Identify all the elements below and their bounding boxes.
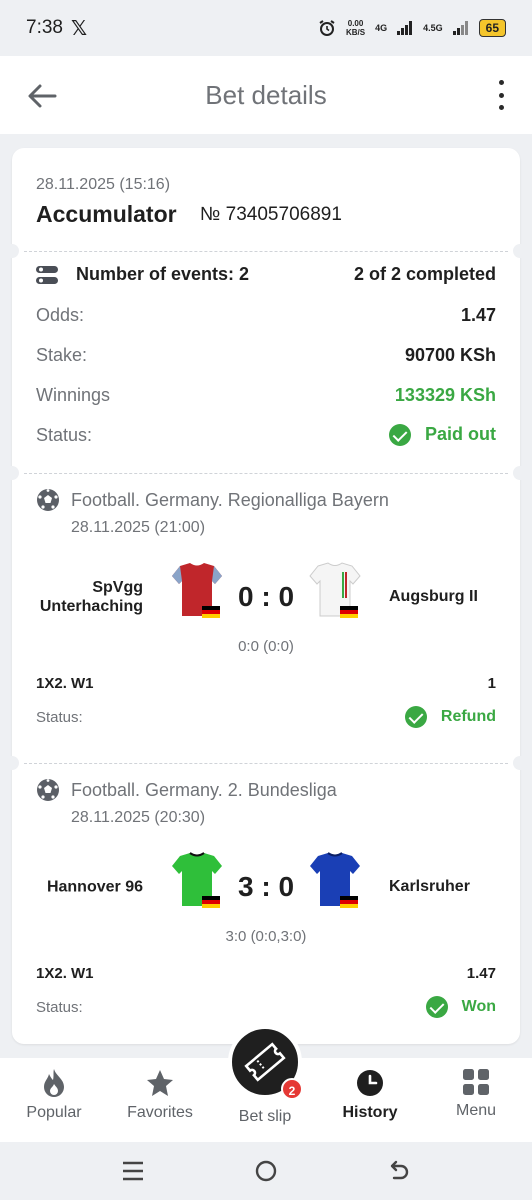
score: 0 : 0 — [237, 581, 295, 612]
winnings-label: Winnings — [36, 385, 111, 405]
odds-label: Odds: — [36, 305, 85, 325]
ticket-notch — [5, 466, 19, 480]
star-icon — [147, 1070, 173, 1096]
market-row: 1X2. W1 1.47 — [36, 965, 496, 982]
market-name: 1X2. W1 — [36, 675, 94, 692]
x-logo-icon: 𝕏 — [70, 17, 88, 40]
clock-icon — [357, 1070, 383, 1096]
market-coef: 1 — [487, 675, 496, 692]
winnings-value: 133329 KSh — [394, 385, 496, 405]
away-shirt-icon — [310, 852, 360, 908]
network-speed: 0.00 KB/S — [345, 19, 366, 37]
stake-label: Stake: — [36, 345, 88, 365]
nav-popular[interactable]: Popular — [4, 1068, 104, 1122]
betslip-count-badge: 2 — [281, 1078, 303, 1100]
match-row: Hannover 96 3 : 0 Karlsruher — [12, 852, 520, 922]
period-scores: 3:0 (0:0,3:0) — [225, 928, 307, 945]
more-options-icon[interactable] — [496, 80, 506, 110]
bet-datetime: 28.11.2025 (15:16) — [36, 176, 171, 193]
page-title: Bet details — [205, 79, 327, 110]
match-row: SpVgg Unterhaching 0 : 0 Augsburg II — [12, 562, 520, 632]
status-value: Paid out — [425, 424, 496, 444]
home-shirt-icon — [172, 852, 222, 908]
clock: 7:38 — [26, 17, 63, 38]
away-team: Augsburg II — [389, 588, 478, 605]
alarm-icon — [319, 20, 335, 36]
check-icon — [425, 996, 448, 1018]
completed-count: 2 of 2 completed — [353, 264, 496, 284]
score: 3 : 0 — [237, 871, 295, 902]
recent-apps-icon[interactable] — [121, 1160, 145, 1182]
event-status-value: Refund — [440, 708, 496, 725]
battery-indicator: 65 — [478, 19, 506, 37]
toggle-list-icon — [36, 265, 58, 284]
ticket-notch — [513, 466, 527, 480]
back-icon[interactable] — [386, 1159, 410, 1183]
flame-icon — [44, 1069, 64, 1097]
divider — [24, 251, 508, 252]
event-status-row: Status: Refund — [36, 706, 496, 728]
back-arrow-icon[interactable] — [24, 78, 60, 114]
nav-favorites[interactable]: Favorites — [110, 1068, 210, 1122]
market-coef: 1.47 — [466, 965, 496, 982]
stake-row: Stake: 90700 KSh — [36, 345, 496, 366]
event-date: 28.11.2025 (21:00) — [71, 519, 206, 536]
signal-bars-icon — [397, 21, 413, 35]
bet-details-card: 28.11.2025 (15:16) Accumulator № 7340570… — [5, 148, 527, 1044]
check-icon — [404, 706, 427, 728]
football-icon — [37, 489, 59, 511]
signal-4g: 4G — [375, 23, 388, 33]
home-team: SpVgg Unterhaching — [39, 579, 143, 615]
market-row: 1X2. W1 1 — [36, 675, 496, 692]
divider — [24, 473, 508, 474]
football-icon — [37, 779, 59, 801]
grid-menu-icon — [463, 1069, 489, 1095]
home-shirt-icon — [172, 563, 222, 618]
nav-betslip-label[interactable]: Bet slip — [215, 1108, 315, 1126]
away-shirt-icon — [309, 562, 361, 618]
signal-bars-icon — [452, 21, 468, 35]
winnings-row: Winnings 133329 KSh — [36, 385, 496, 406]
bet-number: № 73405706891 — [200, 204, 342, 225]
home-team: Hannover 96 — [46, 878, 143, 896]
status-bar: 7:38 𝕏 0.00 KB/S 4G 4.5G 65 — [0, 0, 532, 56]
nav-history[interactable]: History — [320, 1068, 420, 1122]
odds-value: 1.47 — [460, 305, 496, 325]
status-label: Status: — [36, 424, 93, 445]
ticket-notch — [5, 756, 19, 770]
events-count-row: Number of events: 2 2 of 2 completed — [36, 264, 496, 285]
period-scores: 0:0 (0:0) — [238, 638, 294, 655]
check-icon — [389, 424, 411, 447]
away-team: Karlsruher — [389, 878, 470, 895]
event-status-row: Status: Won — [36, 996, 496, 1018]
app-header: Bet details — [0, 56, 532, 134]
event-league: Football. Germany. 2. Bundesliga — [36, 778, 337, 802]
ticket-notch — [513, 244, 527, 258]
signal-45g: 4.5G — [423, 23, 443, 33]
stake-value: 90700 KSh — [404, 345, 496, 365]
status-row: Status: Paid out — [36, 424, 496, 447]
event-date: 28.11.2025 (20:30) — [71, 809, 206, 826]
ticket-notch — [513, 756, 527, 770]
nav-menu[interactable]: Menu — [426, 1068, 526, 1120]
divider — [24, 763, 508, 764]
bet-type: Accumulator — [36, 201, 177, 227]
market-name: 1X2. W1 — [36, 965, 94, 982]
status-icons: 0.00 KB/S 4G 4.5G 65 — [318, 19, 506, 37]
system-navigation — [0, 1142, 532, 1200]
event-status-value: Won — [461, 998, 496, 1015]
event-status-label: Status: — [36, 998, 83, 1016]
ticket-notch — [5, 244, 19, 258]
event-league: Football. Germany. Regionalliga Bayern — [36, 488, 389, 512]
home-icon[interactable] — [254, 1159, 278, 1183]
odds-row: Odds: 1.47 — [36, 305, 496, 326]
events-count-label: Number of events: 2 — [76, 264, 250, 284]
event-status-label: Status: — [36, 708, 83, 726]
